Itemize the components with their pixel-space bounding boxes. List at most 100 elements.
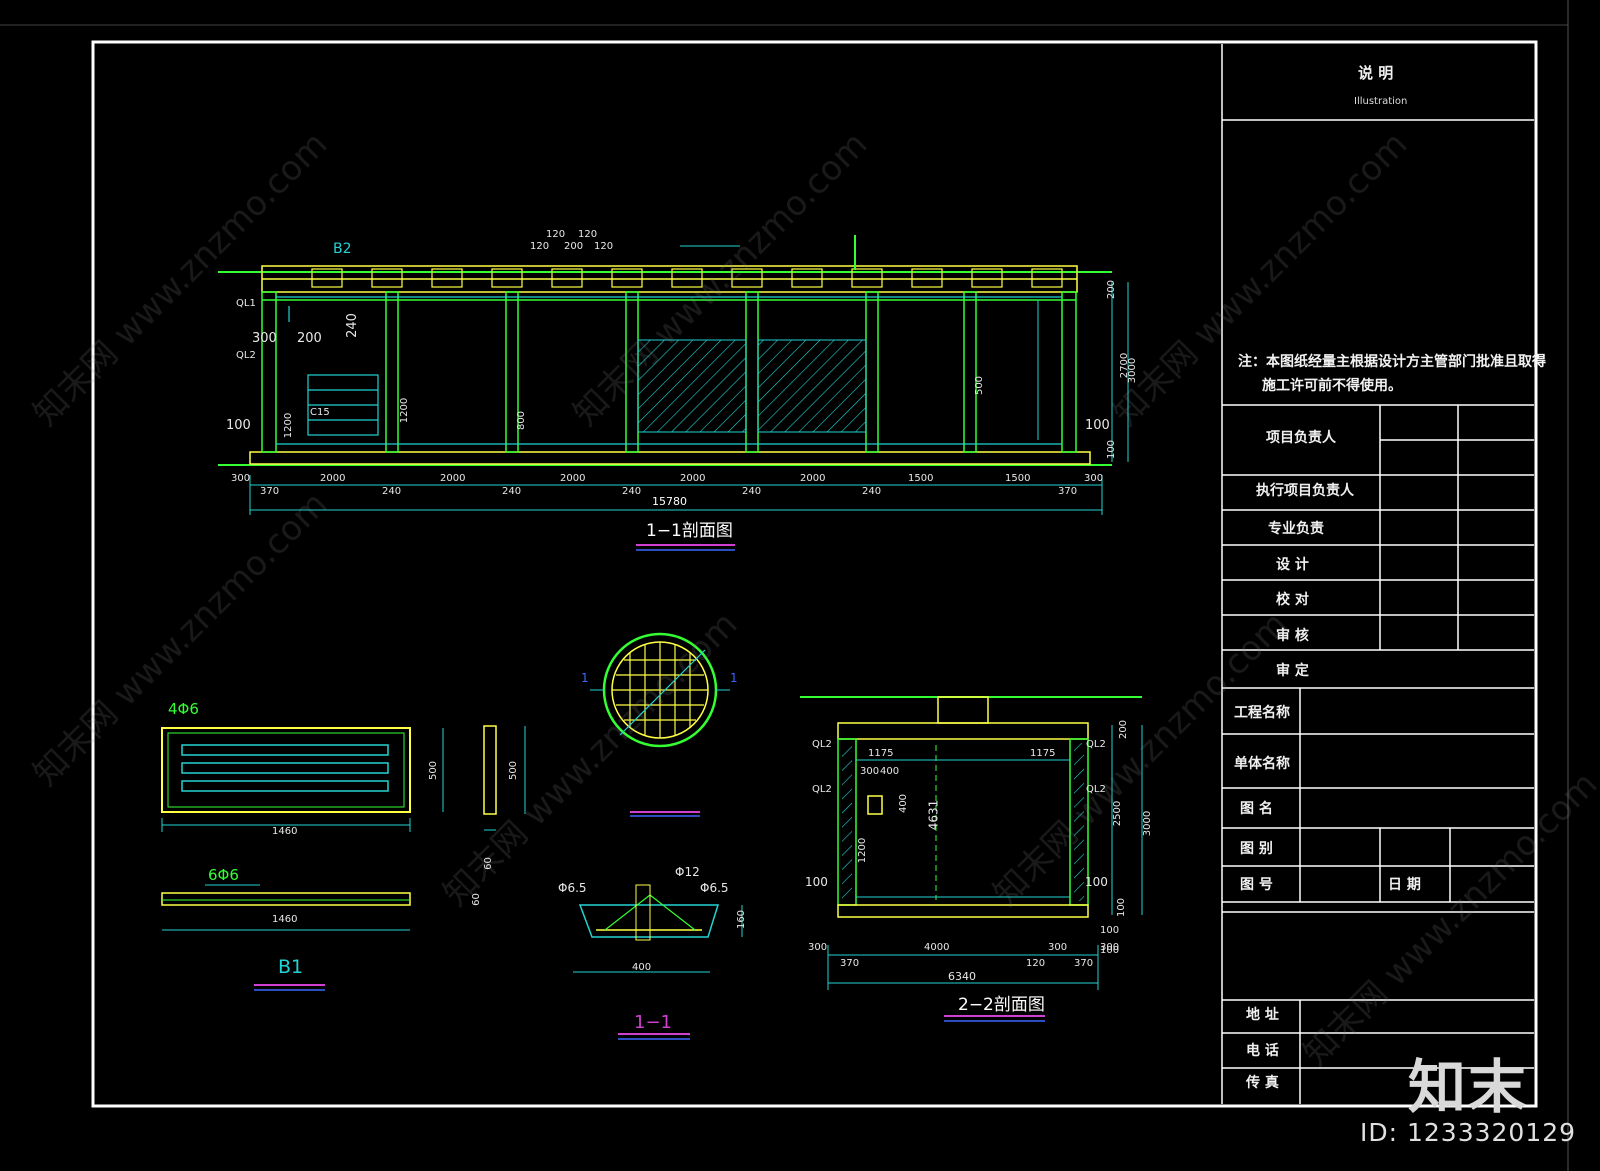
row-design: 设 计	[1276, 557, 1309, 573]
b1-thickness: 60	[482, 857, 494, 870]
dim-bottom: 370	[1058, 486, 1078, 497]
dim-bottom: 240	[502, 486, 522, 497]
row-drawing-name: 图 名	[1240, 801, 1273, 817]
dim-1175-right: 1175	[1030, 748, 1056, 759]
b1-title: B1	[278, 956, 304, 978]
dim-right: 100	[1116, 897, 1128, 918]
dim-bottom: 2000	[320, 473, 346, 484]
dim-bottom: 370	[260, 486, 280, 497]
manhole-drawing	[573, 632, 743, 1040]
dim-top-200: 200	[564, 241, 584, 252]
dim-bottom: 300	[1084, 473, 1104, 484]
row-project-name: 工程名称	[1234, 705, 1290, 721]
dim-vertical: 500	[974, 375, 986, 396]
dim-bottom: 300	[1048, 942, 1068, 953]
section-mark-right: 1	[730, 671, 738, 685]
manhole-height: 160	[736, 909, 748, 930]
dim-right: 100	[1100, 945, 1120, 956]
rebar-label-left: Φ6.5	[558, 881, 587, 895]
dim-right: 3000	[1142, 810, 1154, 837]
title-block-grid	[1221, 44, 1534, 1104]
dim-400: 400	[880, 766, 900, 777]
b1-height-side: 500	[508, 760, 520, 781]
row-project-lead: 项目负责人	[1266, 430, 1336, 446]
title-block-header-en: Illustration	[1354, 96, 1408, 107]
row-drawing-no: 图 号	[1240, 877, 1273, 893]
dim-right: 200	[1106, 279, 1118, 300]
row-phone: 电 话	[1246, 1043, 1279, 1059]
dim-bottom: 2000	[800, 473, 826, 484]
rebar-label-center: Φ12	[675, 865, 700, 879]
cad-drawing	[0, 0, 1569, 1171]
dim-bottom: 300	[231, 473, 251, 484]
label-ql2: QL2	[812, 784, 832, 795]
label-ql2: QL2	[1086, 784, 1106, 795]
manhole-dim: 400	[632, 962, 652, 973]
dim-vertical: 1200	[283, 412, 295, 439]
rebar-label-right: Φ6.5	[700, 881, 729, 895]
dim-bottom: 300	[808, 942, 828, 953]
image-id: ID: 1233320129	[1360, 1118, 1577, 1147]
dim-top-120c: 120	[530, 241, 550, 252]
row-scale: 图 别	[1240, 841, 1273, 857]
section-2-2-total: 6340	[948, 970, 976, 983]
dim-bottom: 240	[742, 486, 762, 497]
dim-bottom: 120	[1026, 958, 1046, 969]
row-exec-lead: 执行项目负责人	[1256, 483, 1354, 499]
dim-400-v: 400	[898, 793, 910, 814]
dim-vertical: 800	[516, 410, 528, 431]
dim-top-120a: 120	[546, 229, 566, 240]
dim-bottom: 1500	[908, 473, 934, 484]
label-c15: C15	[310, 407, 330, 418]
dim-top-120b: 120	[578, 229, 598, 240]
dim-300: 300	[860, 766, 880, 777]
dim-1175-left: 1175	[868, 748, 894, 759]
label-ql2: QL2	[236, 350, 256, 361]
dim-vertical: 1200	[399, 397, 411, 424]
b1-width-side: 1460	[272, 914, 298, 925]
label-ql2: QL2	[812, 739, 832, 750]
dim-bottom: 240	[382, 486, 402, 497]
label-ql1: QL1	[236, 298, 256, 309]
row-unit-name: 单体名称	[1234, 756, 1290, 772]
b1-rebar-bottom: 6Φ6	[208, 866, 239, 884]
dim-100-left: 100	[226, 418, 251, 433]
dim-right: 200	[1118, 719, 1130, 740]
dim-bottom: 240	[622, 486, 642, 497]
dim-200: 200	[297, 331, 322, 346]
dim-right: 3000	[1127, 357, 1139, 384]
b1-width: 1460	[272, 826, 298, 837]
row-address: 地 址	[1246, 1007, 1279, 1023]
title-block-note-line1: 注：本图纸经量主根据设计方主管部门批准且取得	[1238, 354, 1546, 370]
section-mark-left: 1	[581, 671, 589, 685]
row-review: 审 核	[1276, 628, 1309, 644]
dim-bottom: 2000	[560, 473, 586, 484]
dim-bottom: 2000	[440, 473, 466, 484]
label-b2: B2	[333, 241, 352, 257]
row-approve: 审 定	[1276, 663, 1309, 679]
dim-bottom: 370	[840, 958, 860, 969]
dim-right: 2500	[1112, 800, 1124, 827]
row-date: 日 期	[1388, 877, 1421, 893]
b1-height: 500	[428, 760, 440, 781]
section-2-2-title: 2−2剖面图	[958, 995, 1045, 1015]
dim-bottom: 240	[862, 486, 882, 497]
dim-bottom: 4000	[924, 942, 950, 953]
title-block-note-line2: 施工许可前不得使用。	[1262, 378, 1402, 394]
dim-1200: 1200	[857, 837, 869, 864]
dim-100-left: 100	[805, 875, 828, 889]
dim-100-right: 100	[1085, 875, 1108, 889]
brand-logo: 知末	[1408, 1053, 1529, 1121]
label-ql2: QL2	[1086, 739, 1106, 750]
dim-4631: 4631	[926, 799, 941, 831]
dim-bottom: 2000	[680, 473, 706, 484]
section-1-1-total-dim: 15780	[652, 495, 687, 508]
b1-detail-drawing	[161, 725, 526, 991]
dim-bottom: 1500	[1005, 473, 1031, 484]
row-discipline-lead: 专业负责	[1268, 521, 1324, 537]
dim-240: 240	[344, 313, 360, 338]
dim-100-right: 100	[1085, 418, 1110, 433]
row-fax: 传 真	[1246, 1075, 1279, 1091]
title-block-header: 说 明	[1358, 64, 1394, 82]
manhole-detail-title: 1−1	[634, 1012, 672, 1033]
